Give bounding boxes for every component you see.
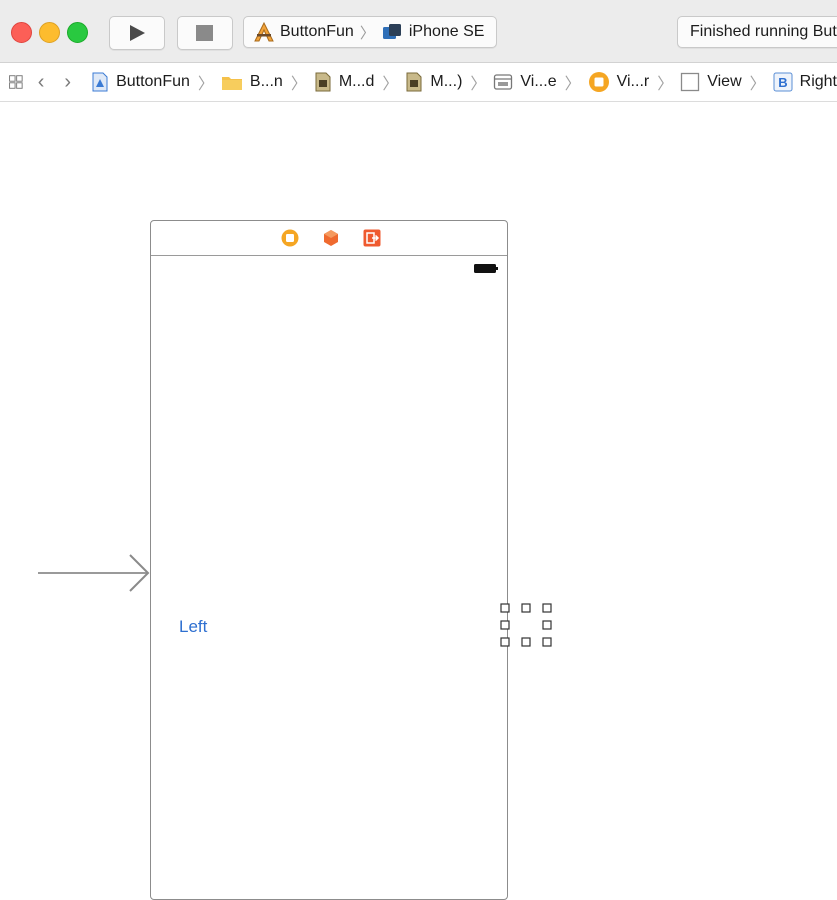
chevron-right-icon: 〉	[470, 76, 487, 93]
storyboard-icon	[315, 72, 331, 92]
resize-handle[interactable]	[521, 603, 531, 613]
storyboard-icon	[406, 72, 422, 92]
folder-icon	[221, 77, 242, 90]
status-text: Finished running ButtonFun	[690, 23, 837, 40]
view-controller-icon	[588, 72, 609, 92]
breadcrumb-storyboard-base[interactable]: M...) 〉	[405, 70, 493, 94]
breadcrumb-scene[interactable]: Vi...e 〉	[493, 70, 587, 94]
minimize-window-button[interactable]	[39, 22, 60, 43]
device-name: iPhone SE	[408, 23, 485, 40]
left-button[interactable]: Left	[179, 617, 207, 637]
resize-handle[interactable]	[500, 603, 510, 613]
resize-handle[interactable]	[542, 620, 552, 630]
chevron-right-icon: 〉	[290, 76, 307, 93]
chevron-right-icon: 〉	[657, 76, 674, 93]
view-controller-scene[interactable]	[150, 220, 508, 900]
simulator-device-icon	[382, 24, 401, 39]
resize-handle[interactable]	[542, 603, 552, 613]
chevron-right-icon: 〉	[197, 76, 214, 93]
chevron-right-icon: 〉	[359, 24, 375, 42]
view-controller-dock-icon[interactable]	[281, 229, 299, 247]
breadcrumb-storyboard[interactable]: M...d 〉	[314, 70, 406, 94]
resize-handle[interactable]	[500, 620, 510, 630]
breadcrumb-view[interactable]: View 〉	[680, 70, 772, 94]
resize-handle[interactable]	[542, 637, 552, 647]
scene-dock	[151, 221, 507, 256]
jump-bar: ‹ › ButtonFun 〉 B...n 〉 M...d 〉 M...) 〉	[0, 63, 837, 102]
scheme-selector[interactable]: ButtonFun 〉 iPhone SE	[243, 16, 497, 48]
svg-text:B: B	[778, 75, 787, 90]
breadcrumb-view-controller[interactable]: Vi...r 〉	[588, 70, 681, 94]
first-responder-icon[interactable]	[322, 229, 340, 247]
chevron-right-icon: 〉	[749, 76, 766, 93]
project-file-icon	[92, 72, 108, 92]
initial-view-controller-arrow[interactable]	[38, 552, 152, 594]
button-icon: B	[773, 72, 793, 92]
breadcrumb-group[interactable]: B...n 〉	[221, 70, 314, 94]
breadcrumb-right-button[interactable]: B Right	[773, 72, 837, 92]
selected-right-button-handles[interactable]	[500, 603, 552, 647]
view-icon	[681, 72, 700, 92]
forward-chevron-icon[interactable]: ›	[64, 72, 71, 92]
back-chevron-icon[interactable]: ‹	[38, 72, 45, 92]
chevron-right-icon: 〉	[382, 76, 399, 93]
stop-button[interactable]	[177, 16, 233, 50]
breadcrumb-project[interactable]: ButtonFun 〉	[91, 70, 221, 94]
resize-handle[interactable]	[521, 637, 531, 647]
run-button[interactable]	[109, 16, 165, 50]
window-toolbar: ButtonFun 〉 iPhone SE Finished running B…	[0, 0, 837, 63]
resize-handle[interactable]	[500, 637, 510, 647]
chevron-right-icon: 〉	[564, 76, 581, 93]
related-items-grid-icon[interactable]	[8, 72, 24, 92]
scheme-name: ButtonFun	[280, 23, 354, 40]
scene-icon	[494, 74, 513, 90]
play-icon	[130, 25, 145, 41]
app-target-icon	[254, 21, 274, 42]
activity-status: Finished running ButtonFun	[677, 16, 837, 48]
close-window-button[interactable]	[11, 22, 32, 43]
battery-icon	[474, 264, 498, 273]
stop-icon	[196, 25, 213, 41]
exit-icon[interactable]	[363, 229, 381, 247]
zoom-window-button[interactable]	[67, 22, 88, 43]
